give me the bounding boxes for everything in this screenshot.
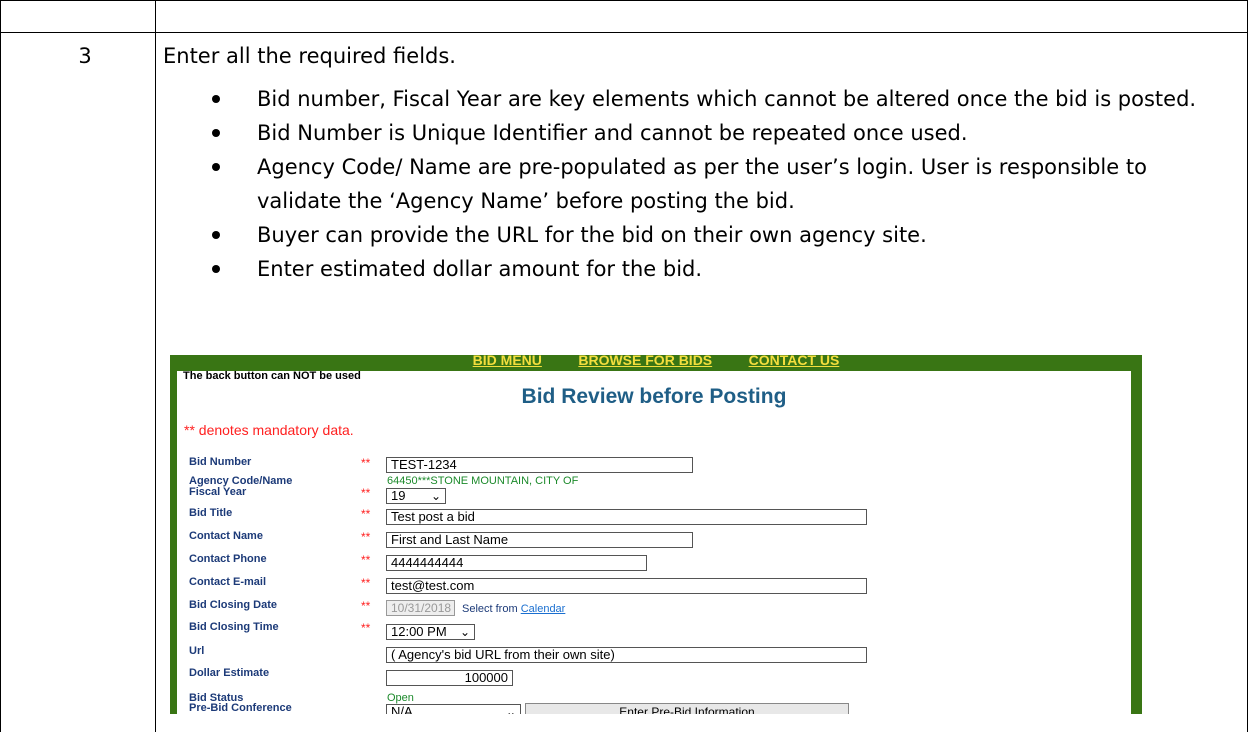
list-item: Bid Number is Unique Identifier and cann… <box>212 116 1232 150</box>
bid-title-label: Bid Title <box>189 507 233 519</box>
menu-contact-us[interactable]: CONTACT US <box>749 355 840 368</box>
chevron-down-icon: ⌄ <box>430 489 441 503</box>
list-item: Buyer can provide the URL for the bid on… <box>212 218 1232 252</box>
pre-bid-label: Pre-Bid Conference <box>189 702 292 714</box>
requirements-list: Bid number, Fiscal Year are key elements… <box>212 82 1232 286</box>
url-label: Url <box>189 645 205 657</box>
top-menu: BID MENU BROWSE FOR BIDS CONTACT US <box>170 355 1142 371</box>
required-marker: ** <box>361 456 371 470</box>
table-row-divider <box>0 32 1248 33</box>
bid-review-panel: The back button can NOT be used Bid Revi… <box>177 370 1131 714</box>
contact-phone-input[interactable]: 4444444444 <box>386 555 647 571</box>
enter-pre-bid-button[interactable]: Enter Pre-Bid Information <box>525 703 849 714</box>
contact-phone-label: Contact Phone <box>189 553 267 565</box>
closing-time-select[interactable]: 12:00 PM ⌄ <box>386 624 475 640</box>
calendar-hint: Select from Calendar <box>462 603 566 615</box>
dollar-estimate-input[interactable]: 100000 <box>386 670 513 686</box>
pre-bid-select[interactable]: N/A ⌄ <box>386 704 521 714</box>
bullet-icon <box>212 265 220 273</box>
closing-date-input: 10/31/2018 <box>386 600 455 616</box>
pre-bid-value: N/A <box>391 704 413 715</box>
agency-value: 64450***STONE MOUNTAIN, CITY OF <box>387 475 579 487</box>
required-marker: ** <box>361 553 371 567</box>
required-marker: ** <box>361 486 371 500</box>
required-marker: ** <box>361 530 371 544</box>
table-column-divider <box>155 0 156 732</box>
bid-title-input[interactable]: Test post a bid <box>386 509 867 525</box>
mandatory-note: ** denotes mandatory data. <box>184 422 354 438</box>
chevron-down-icon: ⌄ <box>459 625 470 639</box>
back-button-warning: The back button can NOT be used <box>183 370 361 382</box>
contact-name-input[interactable]: First and Last Name <box>386 532 693 548</box>
url-input[interactable]: ( Agency's bid URL from their own site) <box>386 647 867 663</box>
step-intro: Enter all the required fields. <box>163 44 456 68</box>
step-number: 3 <box>78 44 92 68</box>
bullet-icon <box>212 95 220 103</box>
list-item: Enter estimated dollar amount for the bi… <box>212 252 1232 286</box>
list-item: Agency Code/ Name are pre-populated as p… <box>212 150 1232 218</box>
closing-date-label: Bid Closing Date <box>189 599 278 611</box>
required-marker: ** <box>361 621 371 635</box>
bullet-icon <box>212 129 220 137</box>
list-item: Bid number, Fiscal Year are key elements… <box>212 82 1232 116</box>
menu-bid-menu[interactable]: BID MENU <box>473 355 542 368</box>
required-marker: ** <box>361 507 371 521</box>
bid-number-input[interactable]: TEST-1234 <box>386 457 693 473</box>
chevron-down-icon: ⌄ <box>505 705 516 714</box>
bullet-icon <box>212 163 220 171</box>
fiscal-year-select[interactable]: 19 ⌄ <box>386 488 446 504</box>
bid-number-label: Bid Number <box>189 456 252 468</box>
calendar-link[interactable]: Calendar <box>521 603 566 615</box>
table-border-top <box>0 0 1248 1</box>
required-marker: ** <box>361 599 371 613</box>
menu-browse-for-bids[interactable]: BROWSE FOR BIDS <box>578 355 712 368</box>
contact-name-label: Contact Name <box>189 530 263 542</box>
bid-status-value: Open <box>387 692 414 704</box>
contact-email-label: Contact E-mail <box>189 576 267 588</box>
required-marker: ** <box>361 576 371 590</box>
bullet-icon <box>212 231 220 239</box>
bid-review-screenshot: BID MENU BROWSE FOR BIDS CONTACT US The … <box>170 355 1142 714</box>
table-border-left <box>0 0 1 732</box>
closing-time-label: Bid Closing Time <box>189 621 279 633</box>
fiscal-year-value: 19 <box>391 488 406 503</box>
fiscal-year-label: Fiscal Year <box>189 486 247 498</box>
page-title: Bid Review before Posting <box>521 385 787 408</box>
dollar-estimate-label: Dollar Estimate <box>189 667 270 679</box>
contact-email-input[interactable]: test@test.com <box>386 578 867 594</box>
closing-time-value: 12:00 PM <box>391 624 447 639</box>
